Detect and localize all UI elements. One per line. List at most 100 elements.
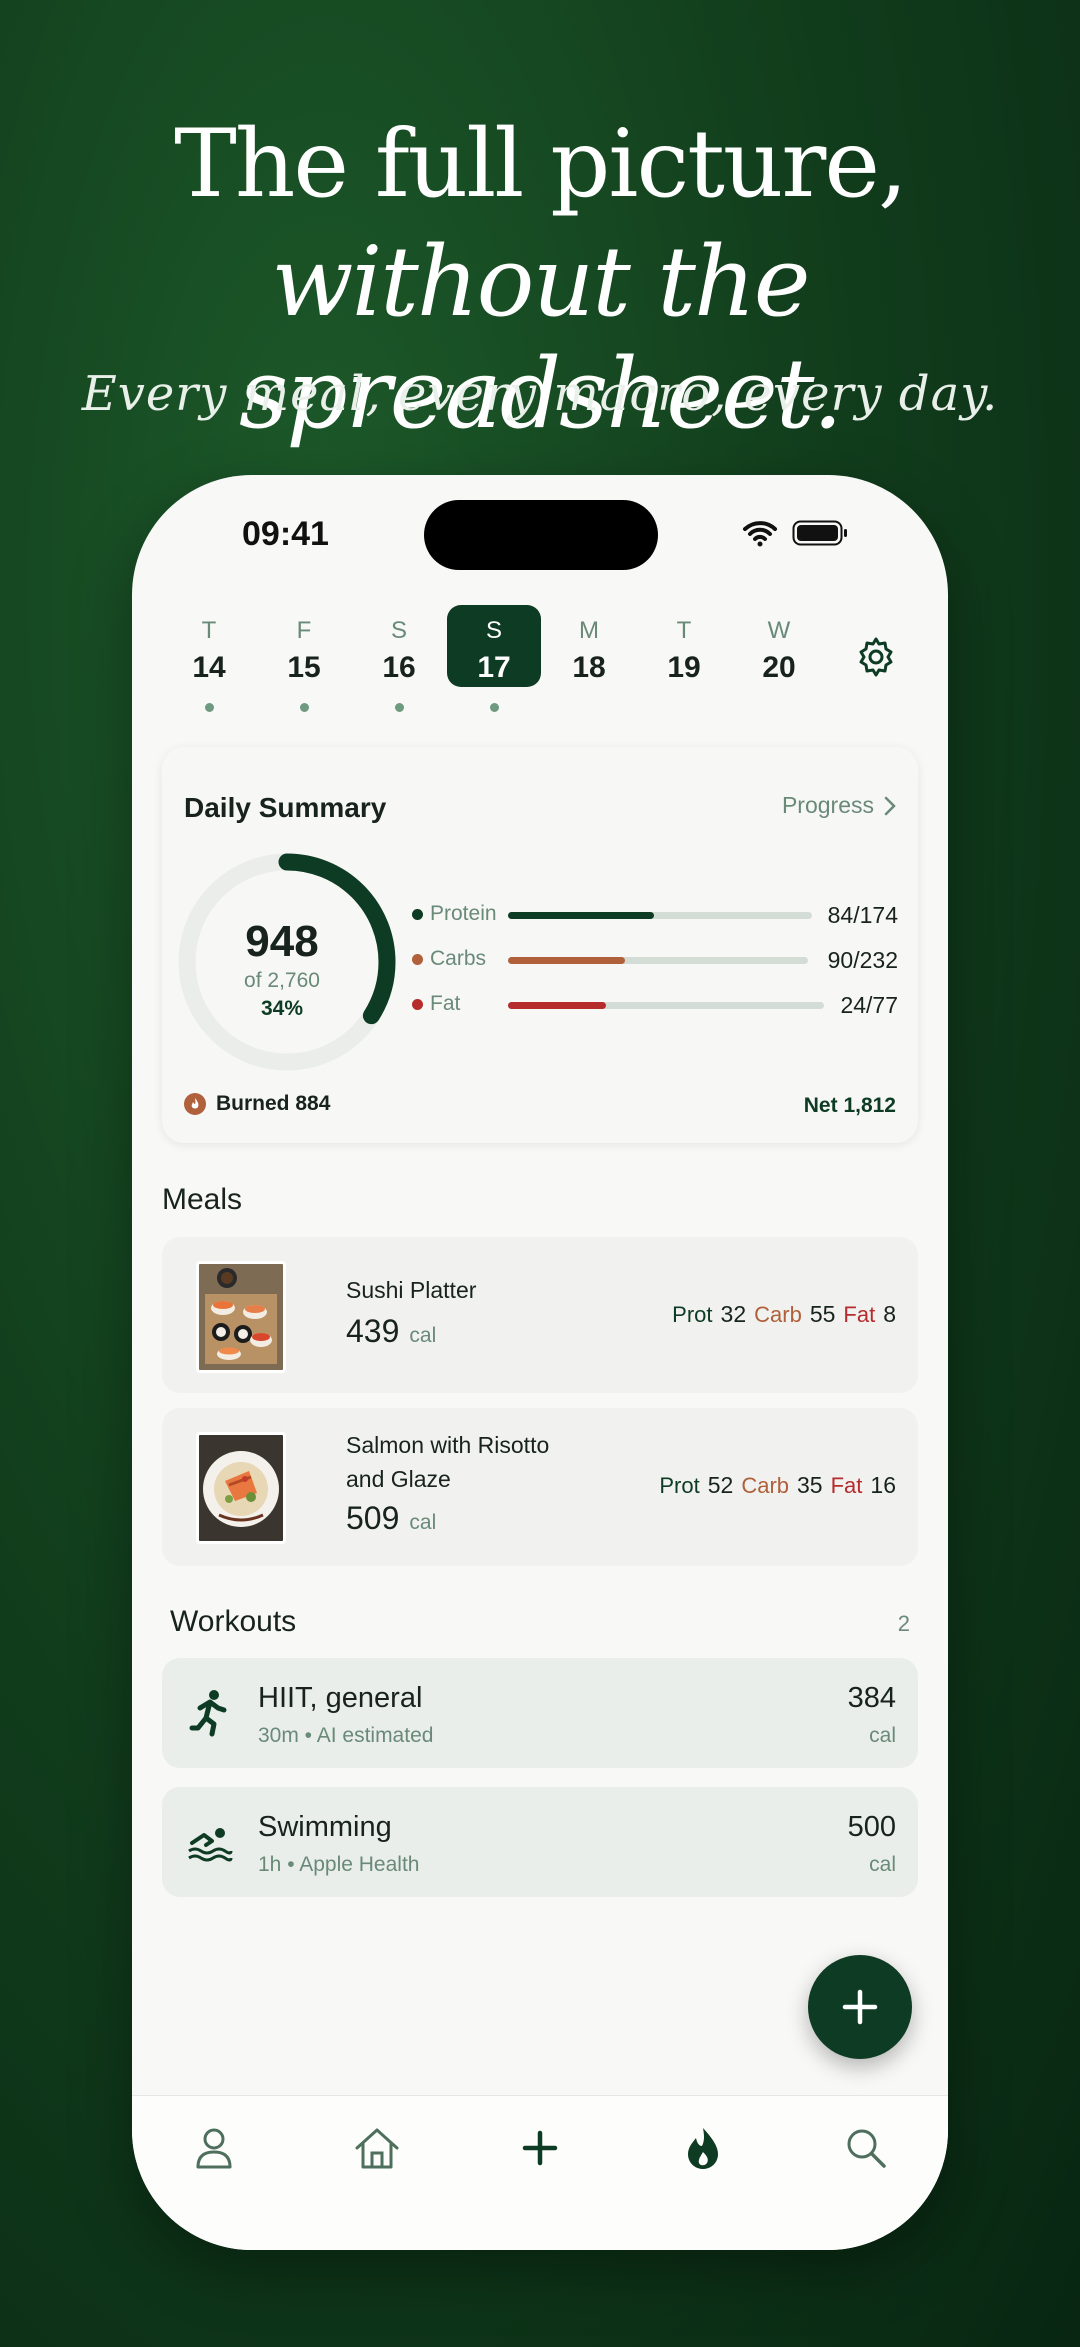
ring-center: 948 of 2,760 34% [192,917,372,1021]
progress-link-label: Progress [781,792,874,818]
tab-burn[interactable] [673,2118,733,2178]
day-number: 19 [667,651,701,684]
meal-calories: 439 cal [346,1313,436,1350]
calorie-percent: 34% [260,997,304,1020]
day-number: 14 [192,651,226,684]
entry-dot [489,703,499,712]
macro-value: 90/232 [827,947,898,973]
net-calories: Net 1,812 [803,1094,896,1117]
tab-search[interactable] [836,2118,896,2178]
day-18[interactable]: M 18 [542,605,636,725]
meal-calorie-unit: cal [409,1324,437,1347]
workout-calorie-unit: cal [869,1853,896,1876]
day-14[interactable]: T 14 [162,605,256,725]
workout-meta: 1h • Apple Health [258,1853,420,1876]
day-19[interactable]: T 19 [637,605,731,725]
add-entry-button[interactable] [808,1955,912,2059]
workout-calories: 384 [847,1682,896,1714]
flame-icon [688,2128,718,2169]
status-icons [742,519,848,547]
carb-label: Carb [754,1302,802,1327]
meal-calorie-unit: cal [409,1511,437,1534]
fat-dot [412,999,423,1010]
settings-gear-icon[interactable] [854,635,898,679]
phone-screen: 09:41 T 14 F 15 S 16 S 17 M 18 T 19 W 20… [132,475,948,2250]
plus-icon [522,2130,558,2166]
burned-label: Burned 884 [216,1092,331,1115]
workouts-count: 2 [897,1611,910,1636]
salmon-risotto-photo [196,1432,286,1544]
macro-track [508,957,808,964]
day-letter: S [485,617,502,644]
tab-home[interactable] [347,2118,407,2178]
status-time: 09:41 [242,515,329,553]
day-letter: F [296,617,312,644]
calorie-goal: of 2,760 [244,969,320,992]
macro-track [508,912,812,919]
macro-row-carbs: Carbs 90/232 [412,945,898,975]
carbs-bar-fill [508,957,625,964]
day-17-selected[interactable]: S 17 [447,605,541,725]
workout-card-hiit[interactable]: HIIT, general 30m • AI estimated 384 cal [162,1658,918,1768]
workout-name: Swimming [258,1811,392,1843]
prot-label: Prot [659,1473,700,1498]
progress-link[interactable]: Progress [782,792,896,819]
macro-track [508,1002,824,1009]
fat-label: Fat [843,1302,876,1327]
fat-value: 16 [870,1472,896,1498]
meal-calorie-value: 439 [346,1313,400,1349]
macro-value: 24/77 [840,992,898,1018]
macro-name: Protein [430,902,497,925]
day-number: 17 [477,651,511,684]
burned-calories: Burned 884 [184,1092,330,1116]
day-15[interactable]: F 15 [257,605,351,725]
day-letter: T [201,617,217,644]
plus-icon [842,1989,878,2025]
dynamic-island [424,500,658,570]
day-number: 15 [287,651,321,684]
day-letter: M [579,617,599,644]
chevron-right-icon [884,796,896,815]
entry-dot [394,703,404,712]
tagline: Every meal, every macro, every day. [81,366,999,422]
entry-dot [204,703,214,712]
protein-bar-fill [508,912,654,919]
prot-label: Prot [672,1302,713,1327]
sushi-photo [196,1261,286,1373]
workout-calories: 500 [847,1811,896,1843]
macro-name: Carbs [430,947,487,970]
day-number: 20 [762,651,796,684]
macro-row-fat: Fat 24/77 [412,990,898,1020]
meal-macros: Prot 52 Carb 35 Fat 16 [659,1472,896,1499]
daily-summary-card: Daily Summary Progress 948 of 2,760 34% … [162,747,918,1143]
protein-dot [412,909,423,920]
day-letter: S [390,617,407,644]
battery-icon [792,520,847,546]
day-number: 18 [572,651,606,684]
meals-title: Meals [162,1183,243,1216]
carb-label: Carb [741,1473,790,1498]
workout-card-swimming[interactable]: Swimming 1h • Apple Health 500 cal [162,1787,918,1897]
flame-badge-icon [184,1093,206,1115]
running-icon [189,1690,227,1737]
fat-label: Fat [830,1473,863,1498]
week-strip: T 14 F 15 S 16 S 17 M 18 T 19 W 20 [162,605,918,725]
workout-name: HIIT, general [258,1682,423,1714]
meal-name: Salmon with Risotto and Glaze [346,1432,550,1492]
summary-title: Daily Summary [184,792,387,823]
tab-add[interactable] [510,2118,570,2178]
tab-profile[interactable] [184,2118,244,2178]
day-16[interactable]: S 16 [352,605,446,725]
meal-card-salmon[interactable]: Salmon with Risotto and Glaze 509 cal Pr… [162,1408,918,1566]
search-icon [847,2129,886,2168]
home-icon [355,2128,399,2169]
meal-calorie-value: 509 [346,1500,400,1536]
meal-card-sushi[interactable]: Sushi Platter 439 cal Prot 32 Carb 55 Fa… [162,1237,918,1393]
day-letter: W [767,617,791,644]
carb-value: 55 [809,1301,836,1327]
day-20[interactable]: W 20 [732,605,826,725]
macro-name: Fat [430,992,461,1015]
day-letter: T [676,617,692,644]
meal-macros: Prot 32 Carb 55 Fat 8 [672,1301,896,1328]
day-number: 16 [382,651,416,684]
